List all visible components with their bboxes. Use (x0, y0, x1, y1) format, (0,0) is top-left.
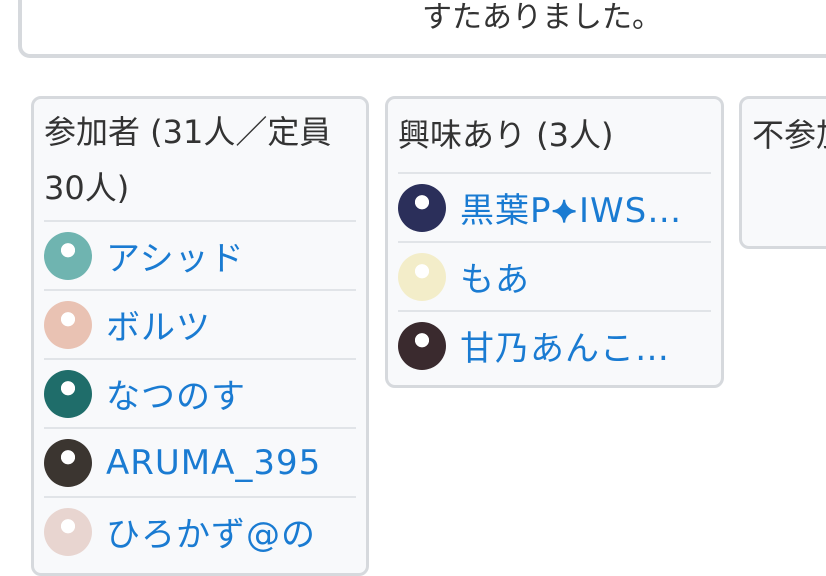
interested-name[interactable]: もあ (460, 252, 530, 301)
attendees-column: 参加者 (31人／定員30人) アシッド ボルツ なつのす ARUMA_395 … (31, 96, 369, 576)
interested-item[interactable]: もあ (398, 243, 711, 312)
not-attending-title: 不参加 (752, 116, 826, 154)
not-attending-column: 不参加 (739, 96, 826, 249)
attendee-name[interactable]: アシッド (106, 231, 245, 280)
interested-item[interactable]: 甘乃あんこ… (398, 312, 711, 379)
avatar[interactable] (398, 252, 446, 301)
event-description-card: すたありました。 (18, 0, 826, 58)
avatar[interactable] (44, 438, 92, 487)
avatar[interactable] (44, 300, 92, 349)
attendee-name[interactable]: ボルツ (106, 300, 211, 349)
attendee-item[interactable]: アシッド (44, 222, 356, 291)
attendee-item[interactable]: なつのす (44, 360, 356, 429)
attendee-name[interactable]: ひろかず@の (106, 507, 316, 556)
avatar[interactable] (398, 321, 446, 370)
attendees-title: 参加者 (31人／定員30人) (44, 99, 356, 222)
interested-title: 興味あり (3人) (398, 99, 711, 174)
attendee-name[interactable]: なつのす (106, 369, 246, 418)
interested-name[interactable]: 黒葉P⯌IWS… (460, 183, 682, 232)
attendee-name[interactable]: ARUMA_395 (106, 443, 321, 483)
attendee-item[interactable]: ボルツ (44, 291, 356, 360)
avatar[interactable] (398, 183, 446, 232)
interested-name[interactable]: 甘乃あんこ… (460, 321, 670, 370)
interested-item[interactable]: 黒葉P⯌IWS… (398, 174, 711, 243)
description-text: すたありました。 (422, 0, 662, 35)
avatar[interactable] (44, 507, 92, 556)
attendee-item[interactable]: ARUMA_395 (44, 429, 356, 498)
avatar[interactable] (44, 231, 92, 280)
avatar[interactable] (44, 369, 92, 418)
interested-column: 興味あり (3人) 黒葉P⯌IWS… もあ 甘乃あんこ… (385, 96, 724, 388)
attendee-item[interactable]: ひろかず@の (44, 498, 356, 565)
